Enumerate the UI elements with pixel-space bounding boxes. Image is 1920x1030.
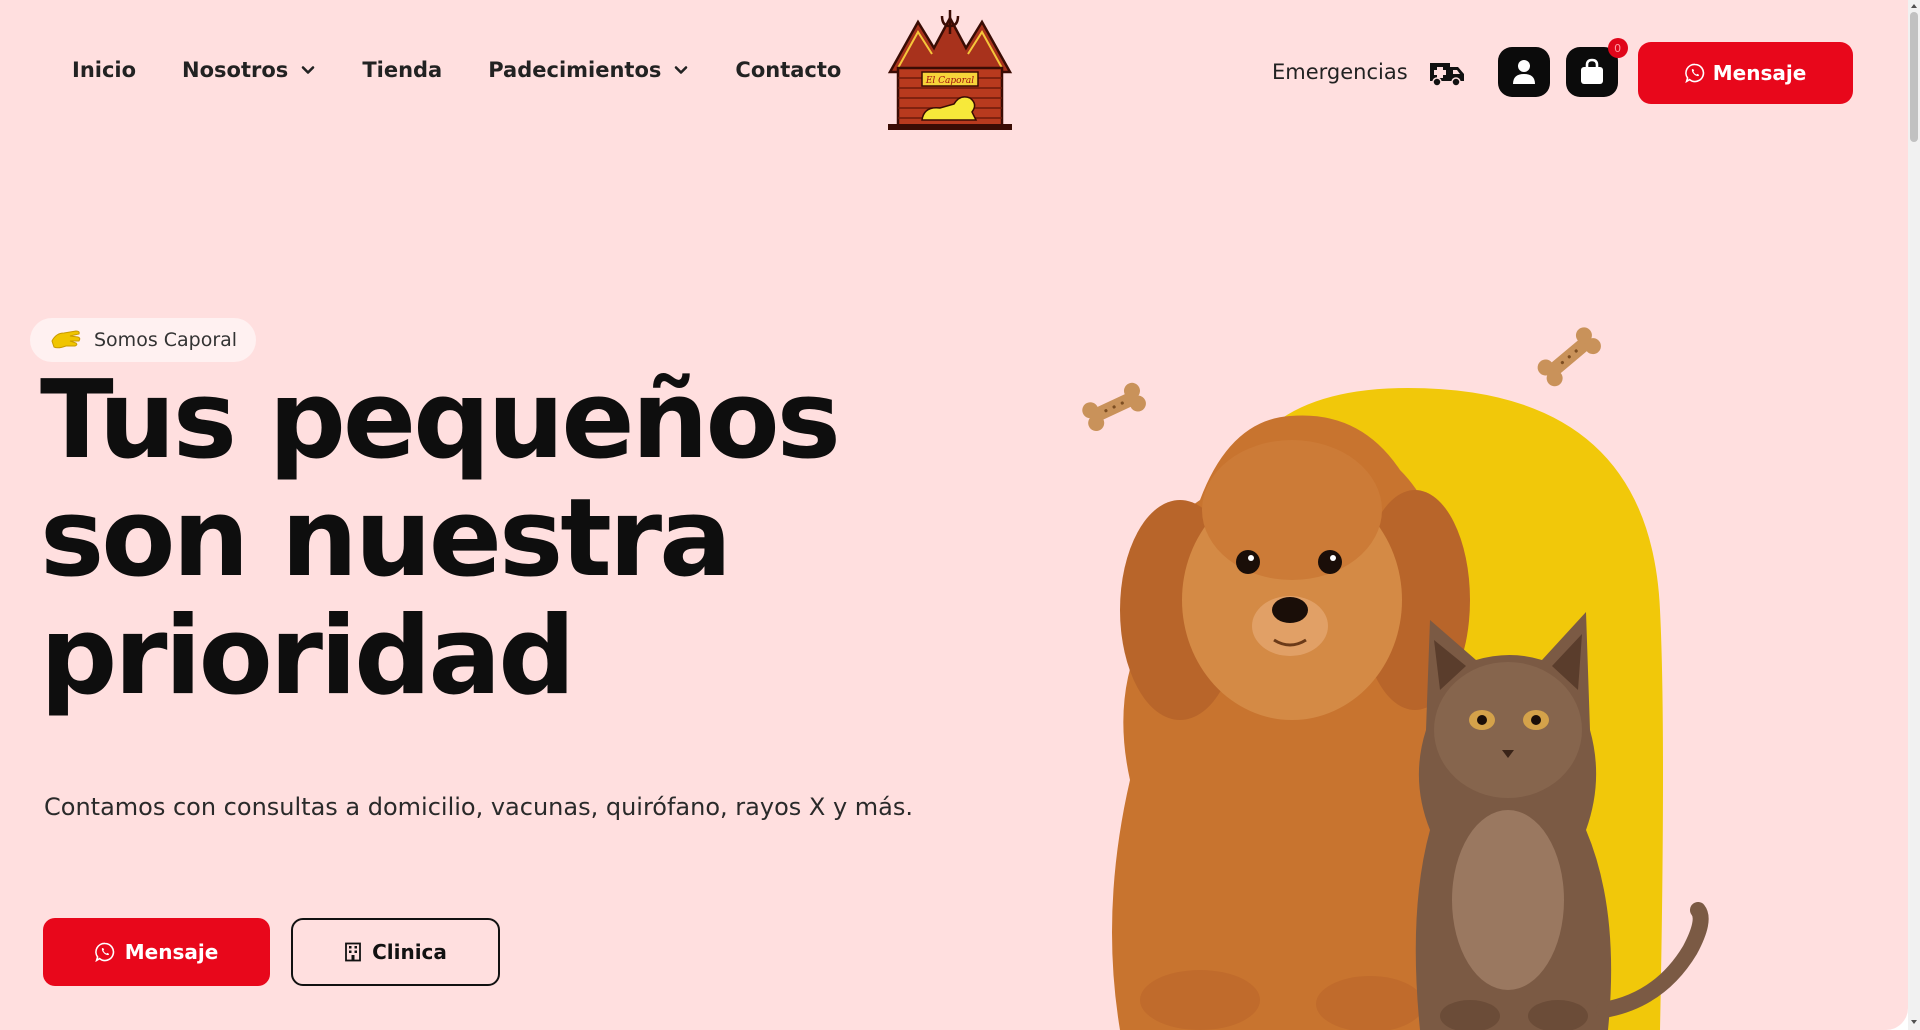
- scroll-down-icon[interactable]: [1910, 1018, 1918, 1026]
- hero-message-label: Mensaje: [124, 940, 219, 964]
- building-icon: [345, 942, 361, 962]
- account-button[interactable]: [1497, 47, 1550, 97]
- hero-message-button[interactable]: Mensaje: [43, 918, 270, 986]
- headline-line: Tus pequeños: [40, 358, 841, 483]
- whatsapp-icon: [1684, 63, 1704, 83]
- hero-headline: Tus pequeños son nuestra prioridad: [40, 362, 900, 716]
- header-message-label: Mensaje: [1712, 61, 1807, 85]
- nav-item-label: Nosotros: [182, 58, 289, 82]
- page-scrollbar[interactable]: [1908, 0, 1920, 1030]
- headline-line: prioridad: [40, 594, 576, 719]
- headline-line: son nuestra: [40, 476, 732, 601]
- nav-item-label: Tienda: [362, 58, 443, 82]
- page: Inicio Nosotros Tienda Padecimientos Con…: [0, 0, 1908, 1030]
- hero-pets-illustration: [1082, 327, 1709, 1030]
- bone-icon: [1537, 327, 1601, 387]
- nav-item-label: Contacto: [735, 58, 842, 82]
- clinic-button[interactable]: Clinica: [291, 918, 500, 986]
- site-logo[interactable]: El Caporal: [884, 8, 1016, 132]
- nav-item-tienda[interactable]: Tienda: [362, 58, 442, 82]
- hero-badge-label: Somos Caporal: [94, 329, 238, 351]
- nav-item-inicio[interactable]: Inicio: [72, 58, 136, 82]
- main-nav: Inicio Nosotros Tienda Padecimientos Con…: [72, 58, 887, 82]
- scrollbar-thumb[interactable]: [1910, 12, 1918, 142]
- bone-icon: [1082, 382, 1146, 431]
- hero-badge: Somos Caporal: [30, 318, 256, 362]
- nav-item-contacto[interactable]: Contacto: [735, 58, 841, 82]
- hand-icon: [51, 330, 81, 349]
- header-tools: Emergencias 0: [1272, 38, 1634, 100]
- logo-text: El Caporal: [925, 76, 974, 86]
- site-header: Inicio Nosotros Tienda Padecimientos Con…: [0, 0, 1908, 148]
- chevron-down-icon: [302, 66, 315, 74]
- user-icon: [1512, 60, 1535, 84]
- shopping-bag-icon: [1580, 58, 1603, 84]
- chevron-down-icon: [675, 66, 688, 74]
- cart-count-badge: 0: [1607, 38, 1628, 58]
- ambulance-icon[interactable]: [1428, 57, 1466, 87]
- scroll-up-icon[interactable]: [1910, 2, 1918, 10]
- emergencias-link[interactable]: Emergencias: [1272, 60, 1408, 84]
- nav-item-padecimientos[interactable]: Padecimientos: [488, 58, 689, 82]
- nav-item-nosotros[interactable]: Nosotros: [182, 58, 316, 82]
- hero-subtitle: Contamos con consultas a domicilio, vacu…: [44, 793, 914, 821]
- header-message-button[interactable]: Mensaje: [1638, 42, 1853, 104]
- nav-item-label: Inicio: [72, 58, 137, 82]
- cart-button[interactable]: 0: [1565, 38, 1628, 97]
- whatsapp-icon: [94, 942, 114, 962]
- clinic-label: Clinica: [372, 940, 447, 964]
- nav-item-label: Padecimientos: [488, 58, 662, 82]
